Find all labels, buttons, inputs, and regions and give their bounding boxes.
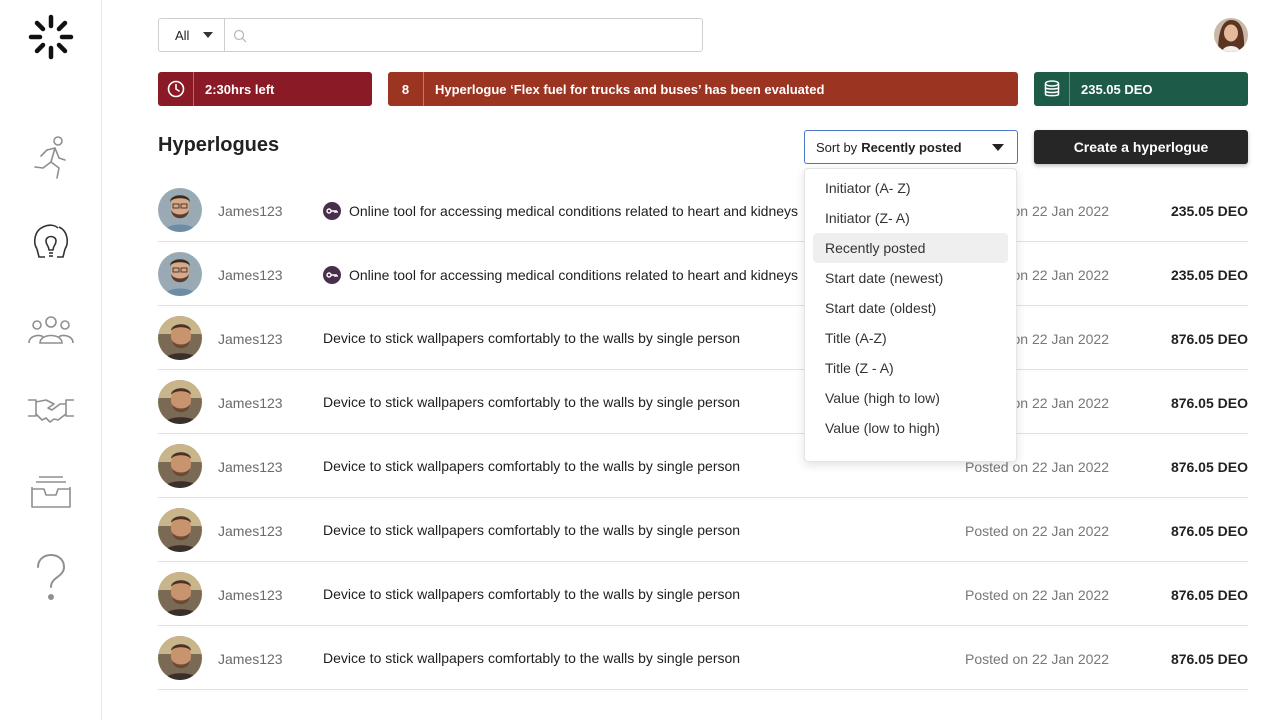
sunburst-logo-icon[interactable] <box>28 14 74 60</box>
sort-option[interactable]: Value (high to low) <box>813 383 1008 413</box>
row-title-text: Online tool for accessing medical condit… <box>349 267 799 283</box>
avatar <box>158 444 202 488</box>
sort-selected-value: Recently posted <box>861 139 962 155</box>
clock-icon <box>158 72 194 106</box>
row-title-text: Device to stick wallpapers comfortably t… <box>323 586 741 602</box>
coin-stack-icon <box>1034 72 1070 106</box>
table-row[interactable]: James123 Device to stick wallpapers comfo… <box>158 626 1248 690</box>
table-row[interactable]: James123 Device to stick wallpapers comfo… <box>158 562 1248 626</box>
time-remaining-text: 2:30hrs left <box>205 81 275 97</box>
key-icon <box>323 202 341 220</box>
sidebar <box>0 0 102 720</box>
user-avatar[interactable] <box>1214 18 1248 52</box>
row-value: 876.05 DEO <box>1170 523 1248 539</box>
table-row[interactable]: James123 Device to stick wallpapers comfo… <box>158 498 1248 562</box>
row-initiator[interactable]: James123 <box>218 651 283 667</box>
sort-select[interactable]: Sort by Recently posted <box>804 130 1018 164</box>
question-mark-icon[interactable] <box>26 553 76 603</box>
caret-down-icon <box>203 32 214 38</box>
row-posted-date: Posted on 22 Jan 2022 <box>965 651 1110 667</box>
table-row[interactable]: James123 Online tool for accessing medica… <box>158 178 1248 242</box>
row-value: 876.05 DEO <box>1170 587 1248 603</box>
sort-option[interactable]: Title (A-Z) <box>813 323 1008 353</box>
hyperlogue-list: James123 Online tool for accessing medica… <box>158 178 1248 690</box>
caret-down-icon <box>992 144 1004 151</box>
row-initiator[interactable]: James123 <box>218 523 283 539</box>
search-filter-value: All <box>175 27 190 43</box>
row-initiator[interactable]: James123 <box>218 203 283 219</box>
row-title[interactable]: Device to stick wallpapers comfortably t… <box>323 522 740 538</box>
search-bar: All <box>158 18 703 52</box>
key-icon <box>323 266 341 284</box>
table-row[interactable]: James123 Online tool for accessing medica… <box>158 242 1248 306</box>
sort-option[interactable]: Start date (oldest) <box>813 293 1008 323</box>
avatar <box>158 572 202 616</box>
row-initiator[interactable]: James123 <box>218 395 283 411</box>
row-initiator[interactable]: James123 <box>218 267 283 283</box>
notification-count: 8 <box>388 72 424 106</box>
row-posted-date: Posted on 22 Jan 2022 <box>965 587 1110 603</box>
row-title[interactable]: Device to stick wallpapers comfortably t… <box>323 650 740 666</box>
row-value: 876.05 DEO <box>1170 459 1248 475</box>
sort-option[interactable]: Start date (newest) <box>813 263 1008 293</box>
row-initiator[interactable]: James123 <box>218 459 283 475</box>
wallet-balance-text: 235.05 DEO <box>1081 81 1153 97</box>
row-title-text: Device to stick wallpapers comfortably t… <box>323 394 741 410</box>
row-value: 876.05 DEO <box>1170 651 1248 667</box>
table-row[interactable]: James123 Device to stick wallpapers comfo… <box>158 306 1248 370</box>
avatar <box>158 316 202 360</box>
sort-option[interactable]: Initiator (A- Z) <box>813 173 1008 203</box>
people-group-icon[interactable] <box>26 305 76 355</box>
search-filter-select[interactable]: All <box>159 19 225 51</box>
row-title-text: Online tool for accessing medical condit… <box>349 203 799 219</box>
sort-dropdown-menu: Initiator (A- Z) Initiator (Z- A) Recently… <box>804 168 1017 462</box>
row-title[interactable]: Device to stick wallpapers comfortably t… <box>323 330 740 346</box>
row-title-text: Device to stick wallpapers comfortably t… <box>323 522 741 538</box>
avatar <box>158 188 202 232</box>
row-title[interactable]: Online tool for accessing medical condit… <box>323 202 798 220</box>
inbox-tray-icon[interactable] <box>26 467 76 517</box>
handshake-icon[interactable] <box>26 385 76 435</box>
row-value: 876.05 DEO <box>1170 331 1248 347</box>
avatar <box>158 636 202 680</box>
row-title[interactable]: Device to stick wallpapers comfortably t… <box>323 394 740 410</box>
page-title: Hyperlogues <box>158 134 280 156</box>
row-value: 235.05 DEO <box>1170 267 1248 283</box>
table-row[interactable]: James123 Device to stick wallpapers comfo… <box>158 370 1248 434</box>
row-title-text: Device to stick wallpapers comfortably t… <box>323 330 741 346</box>
sort-option[interactable]: Value (low to high) <box>813 413 1008 443</box>
row-value: 876.05 DEO <box>1170 395 1248 411</box>
notification-banner[interactable]: 8 Hyperlogue ‘Flex fuel for trucks and b… <box>388 72 1018 106</box>
time-remaining-banner: 2:30hrs left <box>158 72 372 106</box>
avatar <box>158 252 202 296</box>
table-row[interactable]: James123 Device to stick wallpapers comfo… <box>158 434 1248 498</box>
search-input[interactable] <box>225 19 702 51</box>
sort-option[interactable]: Initiator (Z- A) <box>813 203 1008 233</box>
row-initiator[interactable]: James123 <box>218 331 283 347</box>
notification-text: Hyperlogue ‘Flex fuel for trucks and bus… <box>435 81 825 97</box>
wallet-balance-banner: 235.05 DEO <box>1034 72 1248 106</box>
row-title[interactable]: Device to stick wallpapers comfortably t… <box>323 458 740 474</box>
runner-icon[interactable] <box>26 133 76 183</box>
row-title-text: Device to stick wallpapers comfortably t… <box>323 650 741 666</box>
sort-option[interactable]: Recently posted <box>813 233 1008 263</box>
sort-option[interactable]: Title (Z - A) <box>813 353 1008 383</box>
avatar <box>158 380 202 424</box>
row-title-text: Device to stick wallpapers comfortably t… <box>323 458 741 474</box>
head-lightbulb-icon[interactable] <box>26 218 76 268</box>
row-initiator[interactable]: James123 <box>218 587 283 603</box>
row-value: 235.05 DEO <box>1170 203 1248 219</box>
row-title[interactable]: Online tool for accessing medical condit… <box>323 266 798 284</box>
sort-prefix: Sort by <box>816 139 858 155</box>
search-icon <box>233 29 247 43</box>
row-title[interactable]: Device to stick wallpapers comfortably t… <box>323 586 740 602</box>
row-posted-date: Posted on 22 Jan 2022 <box>965 523 1110 539</box>
create-hyperlogue-button[interactable]: Create a hyperlogue <box>1034 130 1248 164</box>
avatar <box>158 508 202 552</box>
